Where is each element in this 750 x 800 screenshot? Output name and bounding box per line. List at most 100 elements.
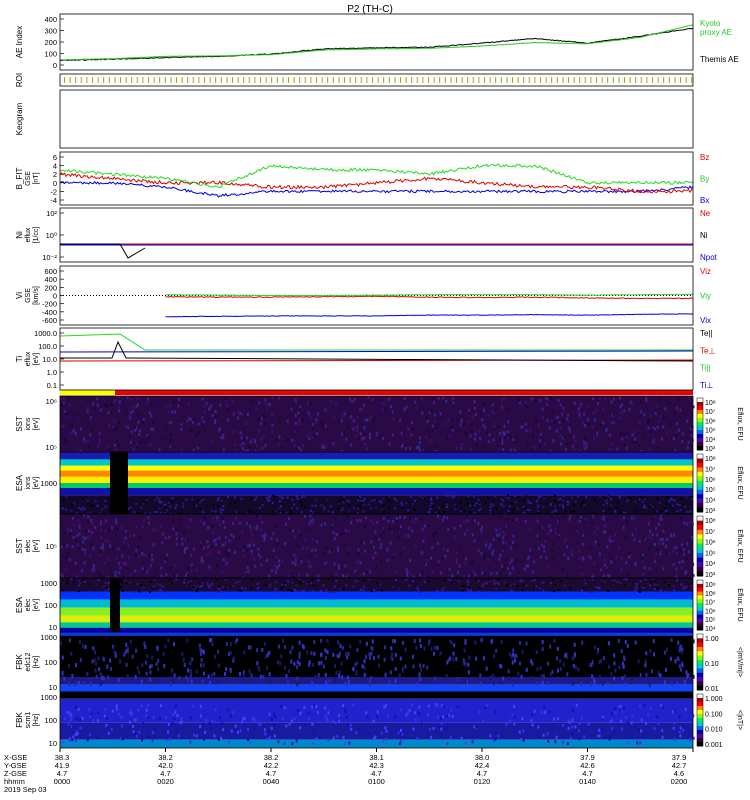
spectrogram-pixel [451, 418, 454, 422]
spectrogram-pixel [308, 660, 311, 665]
spectrogram-pixel [198, 643, 201, 648]
spectrogram-pixel [525, 429, 528, 433]
spectrogram-pixel [682, 548, 685, 552]
spectrogram-pixel [649, 584, 652, 587]
spectrogram-pixel [467, 670, 470, 675]
spectrogram-pixel [664, 680, 667, 685]
spectrogram-pixel [164, 503, 167, 506]
spectrogram-pixel [253, 526, 256, 530]
spectrogram-pixel [115, 534, 118, 538]
spectrogram-pixel [121, 554, 124, 558]
spectrogram-pixel [322, 584, 325, 587]
spectrogram-pixel [479, 673, 482, 678]
colorbar-swatch [697, 734, 703, 739]
spectrogram-pixel [97, 711, 100, 715]
spectrogram-pixel [492, 438, 495, 442]
spectrogram-pixel [549, 582, 552, 585]
spectrogram-pixel [211, 413, 214, 417]
spectrogram-pixel [553, 638, 556, 643]
roi-mark [461, 77, 463, 83]
spectrogram-pixel [130, 440, 133, 444]
spectrogram-pixel [311, 681, 314, 686]
bfield-lines [59, 163, 694, 198]
spectrogram-pixel [521, 425, 524, 429]
spectrogram-pixel [346, 723, 349, 727]
colorbar-swatch [697, 480, 703, 486]
spectrogram-pixel [595, 586, 598, 589]
spectrogram-pixel [183, 550, 186, 554]
spectrogram-pixel [271, 424, 274, 428]
spectrogram-pixel [601, 681, 604, 686]
spectrogram-pixel [475, 656, 478, 661]
spectrogram-pixel [294, 558, 297, 562]
spectrogram-pixel [679, 667, 682, 672]
spectrogram-pixel [81, 569, 84, 573]
spectrogram-pixel [222, 505, 225, 508]
spectrogram-pixel [86, 440, 89, 444]
roi-mark [192, 77, 194, 83]
spectrogram-pixel [453, 643, 456, 648]
spectrogram-pixel [672, 562, 675, 566]
y-tick-label: 0.1 [47, 381, 57, 390]
spectrogram-pixel [541, 582, 544, 585]
by-line [60, 163, 694, 189]
roi-mark [456, 77, 457, 83]
roi-mark [288, 77, 289, 83]
spectrogram-pixel [558, 588, 561, 591]
date-label: 2019 Sep 03 [4, 785, 47, 794]
spectrogram-pixel [266, 406, 269, 410]
spectrogram-band [60, 487, 693, 496]
spectrogram-pixel [180, 427, 183, 431]
spectrogram-pixel [220, 736, 223, 740]
roi-mark [176, 77, 177, 83]
spectrogram-pixel [663, 526, 666, 530]
spectrogram-pixel [460, 442, 463, 446]
spectrogram-pixel [132, 447, 135, 451]
spectrogram-pixel [126, 674, 129, 679]
spectrogram-pixel [103, 585, 106, 588]
spectrogram-pixel [678, 561, 681, 565]
spectrogram-pixel [87, 421, 90, 425]
spectrogram-pixel [200, 545, 203, 549]
spectrogram-pixel [566, 545, 569, 549]
spectrogram-pixel [511, 713, 514, 717]
y-tick-label: 10⁰ [46, 231, 57, 240]
spectrogram-pixel [644, 659, 647, 664]
spectrogram-pixel [443, 579, 446, 582]
spectrogram-pixel [211, 545, 214, 549]
spectrogram-pixel [301, 504, 304, 507]
spectrogram-pixel [207, 545, 210, 549]
spectrogram-pixel [211, 509, 214, 512]
spectrogram-pixel [242, 670, 245, 675]
spectrogram-pixel [148, 664, 151, 669]
spectrogram-pixel [180, 717, 183, 721]
spectrogram-pixel [284, 645, 287, 650]
colorbar-swatch [697, 476, 703, 482]
spectrogram-pixel [291, 506, 294, 509]
colorbar-swatch [697, 516, 703, 522]
spectrogram-pixel [396, 535, 399, 539]
panel-ylabel: FBK [15, 712, 24, 728]
spectrogram-pixel [591, 674, 594, 679]
spectrogram-pixel [300, 500, 303, 503]
spectrogram-pixel [426, 713, 429, 717]
spectrogram-pixel [666, 677, 669, 682]
spectrogram-pixel [471, 503, 474, 506]
spectrogram-pixel [293, 661, 296, 666]
spectrogram-pixel [531, 723, 534, 727]
spectrogram-pixel [508, 497, 511, 500]
spectrogram-pixel [221, 543, 224, 547]
spectrogram-pixel [548, 524, 551, 528]
spectrogram-pixel [202, 650, 205, 655]
spectrogram-pixel [482, 656, 485, 661]
spectrogram-pixel [683, 521, 686, 525]
spectrogram-pixel [582, 500, 585, 503]
spectrogram-pixel [506, 518, 509, 522]
spectrogram-pixel [62, 396, 65, 400]
spectrogram-pixel [618, 396, 621, 400]
spectrogram-pixel [498, 515, 501, 519]
spectrogram-pixel [652, 578, 655, 581]
spectrogram-pixel [366, 447, 369, 451]
spectrogram-pixel [516, 507, 519, 510]
spectrogram-pixel [512, 652, 515, 657]
